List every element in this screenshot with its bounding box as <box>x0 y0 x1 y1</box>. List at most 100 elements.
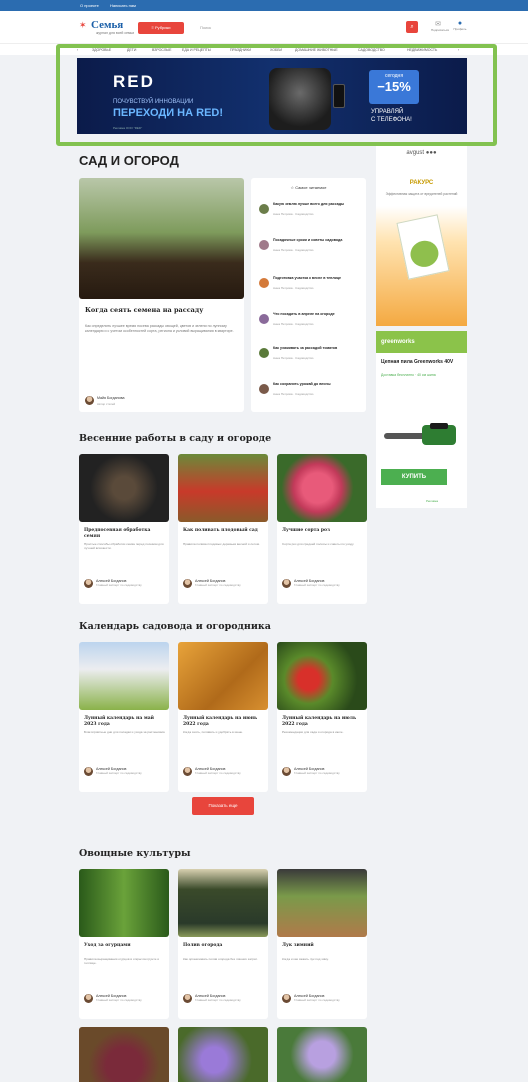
show-more-button[interactable]: Показать еще <box>192 797 254 815</box>
article-text: Когда сеять, поливать и удобрять в июне. <box>183 730 244 734</box>
featured-article[interactable]: Когда сеять семена на рассаду Как опреде… <box>79 178 244 412</box>
article-image <box>79 642 169 710</box>
author-role: Главный эксперт по садоводству <box>294 771 340 775</box>
list-item[interactable]: Подготовка участка к весне в теплице Анн… <box>259 276 363 298</box>
author-role: Главный эксперт по садоводству <box>195 583 241 587</box>
buy-button[interactable]: КУПИТЬ <box>381 469 447 485</box>
contact-link[interactable]: Написать нам <box>110 3 136 8</box>
avatar <box>183 994 192 1003</box>
author-role: Главный эксперт по садоводству <box>294 583 340 587</box>
about-link[interactable]: О проекте <box>80 3 99 8</box>
article-title[interactable]: Лучшие сорта роз <box>282 528 364 534</box>
logo-icon[interactable]: ✶ <box>79 20 87 31</box>
profile-label: Профиль <box>453 27 467 31</box>
avatar <box>282 579 291 588</box>
article-card[interactable]: Лучшие сорта роз Сорта роз для средней п… <box>277 454 367 604</box>
list-item-title[interactable]: Как ухаживать за рассадой томатов <box>273 346 363 351</box>
author-role: Главный эксперт по садоводству <box>195 998 241 1002</box>
avatar <box>85 396 94 405</box>
site-logo[interactable]: Семья <box>91 19 123 31</box>
section-title-calendar: Календарь садовода и огородника <box>79 621 271 632</box>
search-input[interactable]: Поиск <box>200 25 211 30</box>
side-ad-greenworks[interactable]: greenworks Цепная пила Greenworks 40V До… <box>376 331 467 508</box>
avatar <box>282 994 291 1003</box>
avatar <box>183 579 192 588</box>
profile-icon[interactable]: ● Профиль <box>453 20 467 31</box>
article-card[interactable]: Лунный календарь на май 2023 года Благоп… <box>79 642 169 792</box>
article-title[interactable]: Уход за огурцами <box>84 943 166 949</box>
article-title[interactable]: Лунный календарь на май 2023 года <box>84 716 166 727</box>
thumbnail <box>259 204 269 214</box>
article-image <box>277 454 367 522</box>
article-text: Как организовать полив огорода без лишни… <box>183 957 258 961</box>
phone-image <box>333 84 345 108</box>
ad2-desc: Эффективная защита от вредителей растени… <box>385 192 458 196</box>
list-item[interactable]: Как сохранить урожай до весны Анна Петро… <box>259 382 363 404</box>
article-image <box>79 869 169 937</box>
avatar <box>84 767 93 776</box>
popular-list: ☆ Самое читаемое Какую землю лучше всего… <box>251 178 366 412</box>
article-title[interactable]: Лунный календарь на июнь 2022 года <box>183 716 265 727</box>
author-role: Главный эксперт по садоводству <box>96 771 142 775</box>
article-image[interactable] <box>277 1027 367 1082</box>
article-image <box>178 642 268 710</box>
list-item-title[interactable]: Что посадить в апреле на огороде <box>273 312 363 317</box>
thumbnail <box>259 384 269 394</box>
article-title[interactable]: Как поливать плодовый сад <box>183 528 265 534</box>
search-icon[interactable]: ⌕ <box>406 21 418 33</box>
author-name[interactable]: Майя Богданова <box>97 396 124 400</box>
list-item-meta: Анна Петрова · Садоводство <box>273 212 314 216</box>
list-item-meta: Анна Петрова · Садоводство <box>273 286 314 290</box>
list-item[interactable]: Как ухаживать за рассадой томатов Анна П… <box>259 346 363 368</box>
list-item[interactable]: Посадочные сроки и советы садовода Анна … <box>259 238 363 260</box>
top-ad-banner[interactable]: RED ПОЧУВСТВУЙ ИННОВАЦИИ ПЕРЕХОДИ НА RED… <box>77 58 467 134</box>
list-item[interactable]: Что посадить в апреле на огороде Анна Пе… <box>259 312 363 334</box>
side-ad-avgust[interactable]: avgust ●●● РАКУРС Эффективная защита от … <box>376 146 467 326</box>
ad-line1: ПОЧУВСТВУЙ ИННОВАЦИИ <box>113 99 194 105</box>
subscribe-icon[interactable]: ✉ Подписаться <box>431 20 449 32</box>
article-image <box>178 454 268 522</box>
article-title[interactable]: Предпосевная обработка семян <box>84 528 166 539</box>
ad2-brand: avgust ●●● <box>406 150 437 156</box>
article-title[interactable]: Полив огорода <box>183 943 265 949</box>
ad-line2: ПЕРЕХОДИ НА RED! <box>113 107 224 119</box>
article-card[interactable]: Предпосевная обработка семян Простые спо… <box>79 454 169 604</box>
featured-title[interactable]: Когда сеять семена на рассаду <box>85 306 235 314</box>
list-item-meta: Анна Петрова · Садоводство <box>273 392 314 396</box>
author-role: Автор статей <box>97 402 116 406</box>
article-image[interactable] <box>178 1027 268 1082</box>
section-title-vegetables: Овощные культуры <box>79 848 191 859</box>
article-image <box>277 869 367 937</box>
article-card[interactable]: Уход за огурцами Правила выращивания огу… <box>79 869 169 1019</box>
logo-subtitle: журнал для всей семьи <box>96 31 135 35</box>
rubrics-button[interactable]: ≡ Рубрики <box>138 22 184 34</box>
list-item-title[interactable]: Посадочные сроки и советы садовода <box>273 238 363 243</box>
ad3-subtitle: Доставка бесплатно · 40 см шина <box>381 373 436 377</box>
author-role: Главный эксперт по садоводству <box>294 998 340 1002</box>
multicooker-image <box>269 68 331 130</box>
featured-image <box>79 178 244 299</box>
article-card[interactable]: Полив огорода Как организовать полив ого… <box>178 869 268 1019</box>
article-text: Простые способы обработки семян перед по… <box>84 542 164 550</box>
article-card[interactable]: Как поливать плодовый сад Правила полива… <box>178 454 268 604</box>
list-item[interactable]: Какую землю лучше всего для рассады Анна… <box>259 202 363 224</box>
discount-value: −15% <box>377 79 411 94</box>
discount-badge: сегодня −15% <box>369 70 419 104</box>
article-image <box>178 869 268 937</box>
article-image[interactable] <box>79 1027 169 1082</box>
ad-brand: RED <box>113 72 155 91</box>
avatar <box>84 579 93 588</box>
article-card[interactable]: Лунный календарь на июнь 2022 года Когда… <box>178 642 268 792</box>
ad3-fine: Реклама <box>426 499 439 503</box>
list-item-title[interactable]: Какую землю лучше всего для рассады <box>273 202 363 207</box>
author-role: Главный эксперт по садоводству <box>195 771 241 775</box>
list-item-title[interactable]: Как сохранить урожай до весны <box>273 382 363 387</box>
article-card[interactable]: Лук зимний Когда и как сажать лук под зи… <box>277 869 367 1019</box>
article-card[interactable]: Лунный календарь на июль 2022 года Реком… <box>277 642 367 792</box>
thumbnail <box>259 314 269 324</box>
avatar <box>282 767 291 776</box>
article-title[interactable]: Лук зимний <box>282 943 364 949</box>
popular-heading: ☆ Самое читаемое <box>290 185 327 190</box>
article-title[interactable]: Лунный календарь на июль 2022 года <box>282 716 364 727</box>
list-item-title[interactable]: Подготовка участка к весне в теплице <box>273 276 363 281</box>
